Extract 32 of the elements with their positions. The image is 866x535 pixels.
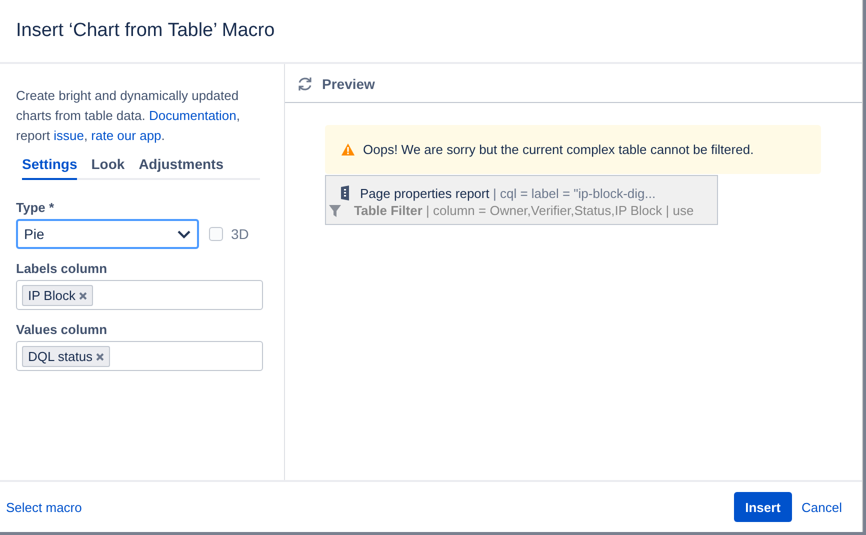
type-dropdown[interactable]: Pie (16, 219, 199, 249)
warning-text: Oops! We are sorry but the current complex table cannot be filtered. (363, 142, 754, 157)
link[interactable]: Documentation (148, 108, 236, 123)
tab[interactable]: Look (91, 154, 125, 180)
field-label: Type * (16, 200, 54, 215)
cancel-link[interactable]: Cancel (802, 500, 842, 514)
funnel-icon (328, 204, 342, 218)
intro-text: Create bright and dynamically updated charts from table data. Documentation, report issue, rate our app. (16, 87, 242, 145)
checkbox-label: 3D (231, 226, 249, 242)
warning-icon (341, 143, 355, 156)
report-icon (340, 185, 352, 201)
remove-icon[interactable] (79, 292, 88, 300)
macro-text: Table Filter | column = Owner,Verifier,Status,IP Block | use (354, 203, 694, 218)
preview-title: Preview (322, 76, 375, 92)
checkbox[interactable] (209, 227, 223, 241)
tab[interactable]: Adjustments (138, 154, 224, 180)
field-label: Labels column (16, 261, 108, 276)
dialog-title: Insert ‘Chart from Table’ Macro (16, 20, 275, 42)
link[interactable]: rate our app (91, 128, 162, 143)
insert-button[interactable]: Insert (734, 492, 792, 522)
input-field[interactable]: IP Block (16, 280, 263, 310)
macro-text: Page properties report | cql = label = "ip-block-dig... (360, 186, 656, 200)
tag-chip[interactable]: DQL status (22, 346, 110, 366)
remove-icon[interactable] (96, 352, 104, 360)
tab[interactable]: Settings (22, 154, 78, 180)
input-field[interactable]: DQL status (16, 341, 263, 371)
tag-chip[interactable]: IP Block (22, 284, 94, 306)
chevron-icon (177, 230, 191, 238)
select-macro-link[interactable]: Select macro (6, 500, 82, 514)
link[interactable]: issue (54, 128, 84, 143)
field-label: Values column (16, 322, 108, 337)
refresh-icon[interactable] (297, 76, 313, 92)
